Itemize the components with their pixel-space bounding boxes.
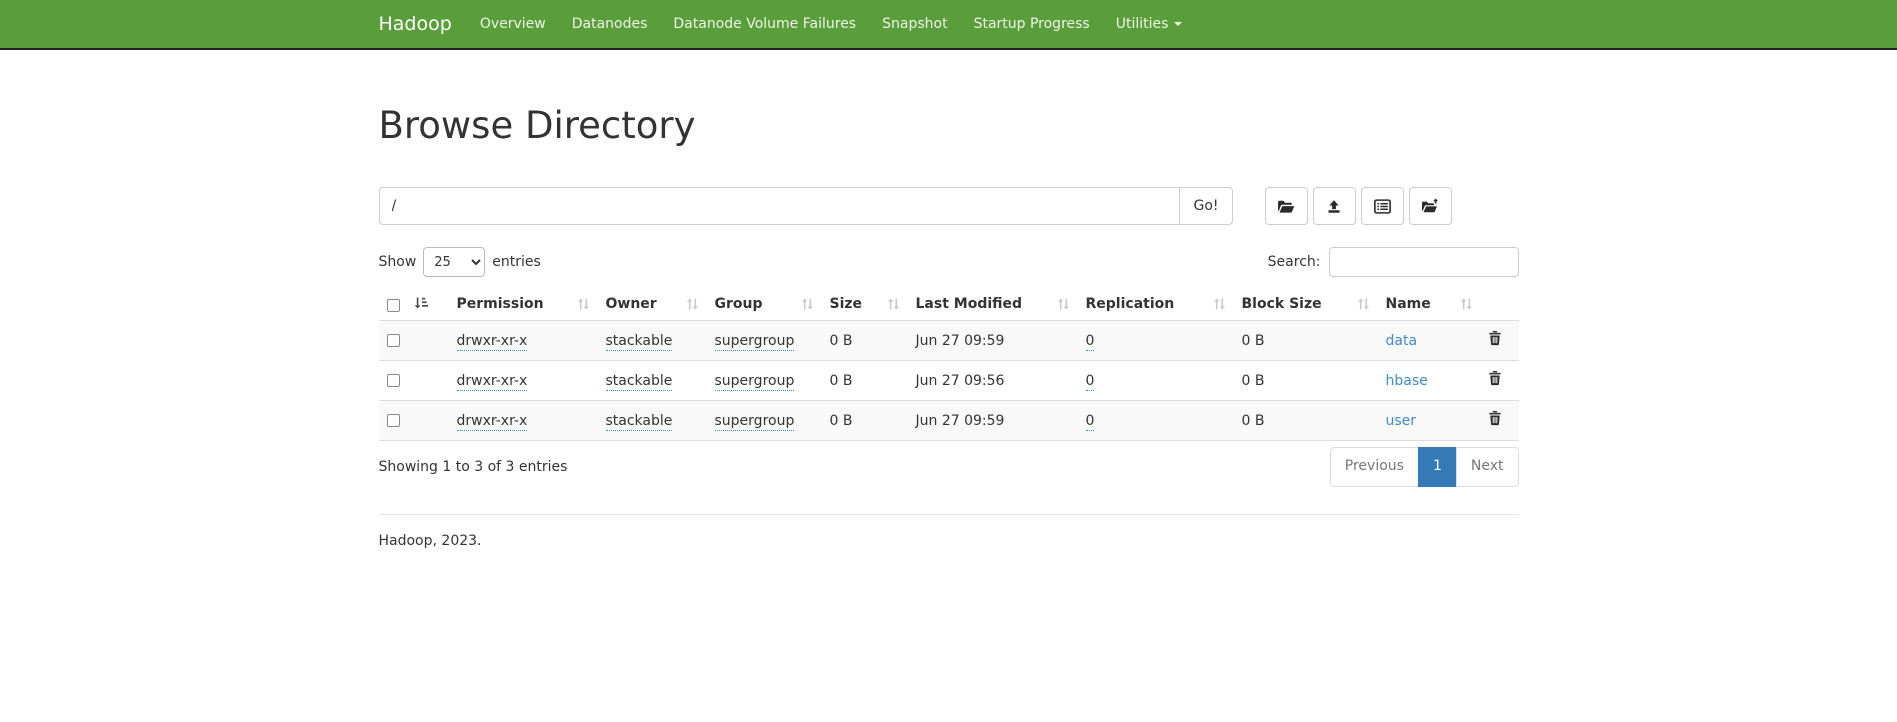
- footer-text: Hadoop, 2023.: [379, 533, 1519, 669]
- size-cell: 0 B: [830, 373, 853, 389]
- last-modified-cell: Jun 27 09:56: [916, 373, 1005, 389]
- size-cell: 0 B: [830, 413, 853, 429]
- permission-cell[interactable]: drwxr-xr-x: [457, 373, 528, 391]
- top-navbar: Hadoop Overview Datanodes Datanode Volum…: [0, 0, 1897, 50]
- row-checkbox[interactable]: [387, 414, 400, 427]
- sort-by-attributes-icon: [414, 297, 428, 313]
- select-all-header[interactable]: [379, 290, 449, 321]
- footer-divider: [379, 514, 1519, 515]
- go-button[interactable]: Go!: [1179, 187, 1232, 225]
- delete-button[interactable]: [1489, 331, 1501, 349]
- table-header-row: Permission Owner Group Size Last Modifie…: [379, 290, 1519, 321]
- caret-down-icon: [1174, 22, 1182, 26]
- nav-item-startup-progress[interactable]: Startup Progress: [961, 0, 1103, 49]
- header-block-size[interactable]: Block Size: [1234, 290, 1378, 321]
- move-directory-button[interactable]: [1409, 187, 1452, 225]
- pagination-next[interactable]: Next: [1456, 447, 1519, 487]
- table-controls: Show 25 entries Search:: [379, 247, 1519, 277]
- pagination-page-1[interactable]: 1: [1418, 447, 1457, 487]
- header-actions: [1481, 290, 1519, 321]
- trash-icon: [1489, 414, 1501, 429]
- delete-button[interactable]: [1489, 411, 1501, 429]
- cut-paste-button[interactable]: [1361, 187, 1404, 225]
- nav-item-datanodes[interactable]: Datanodes: [559, 0, 661, 49]
- owner-cell[interactable]: stackable: [606, 373, 673, 391]
- nav-dropdown-utilities[interactable]: Utilities: [1103, 0, 1196, 49]
- group-cell[interactable]: supergroup: [715, 333, 795, 351]
- sort-both-icon: [1057, 298, 1070, 314]
- table-row: drwxr-xr-x stackable supergroup 0 B Jun …: [379, 401, 1519, 441]
- permission-cell[interactable]: drwxr-xr-x: [457, 333, 528, 351]
- sort-both-icon: [1357, 298, 1370, 314]
- permission-cell[interactable]: drwxr-xr-x: [457, 413, 528, 431]
- group-cell[interactable]: supergroup: [715, 373, 795, 391]
- nav-item-datanode-volume-failures[interactable]: Datanode Volume Failures: [660, 0, 869, 49]
- directory-link[interactable]: hbase: [1386, 373, 1428, 389]
- page-length-select[interactable]: 25: [423, 247, 485, 277]
- table-row: drwxr-xr-x stackable supergroup 0 B Jun …: [379, 361, 1519, 401]
- nav-item-snapshot[interactable]: Snapshot: [869, 0, 960, 49]
- search-label: Search:: [1268, 254, 1321, 270]
- header-replication[interactable]: Replication: [1078, 290, 1234, 321]
- block-size-cell: 0 B: [1242, 333, 1265, 349]
- directory-path-input[interactable]: [379, 187, 1181, 225]
- table-info: Showing 1 to 3 of 3 entries: [379, 459, 568, 475]
- utilities-label: Utilities: [1116, 0, 1169, 49]
- header-group[interactable]: Group: [707, 290, 822, 321]
- replication-cell[interactable]: 0: [1086, 333, 1095, 351]
- select-all-checkbox[interactable]: [387, 299, 400, 312]
- owner-cell[interactable]: stackable: [606, 333, 673, 351]
- sort-both-icon: [577, 298, 590, 314]
- row-checkbox[interactable]: [387, 334, 400, 347]
- owner-cell[interactable]: stackable: [606, 413, 673, 431]
- row-checkbox[interactable]: [387, 374, 400, 387]
- directory-link[interactable]: user: [1386, 413, 1417, 429]
- delete-button[interactable]: [1489, 371, 1501, 389]
- list-alt-icon: [1374, 199, 1391, 214]
- last-modified-cell: Jun 27 09:59: [916, 413, 1005, 429]
- page-title: Browse Directory: [379, 104, 1519, 147]
- path-input-group: Go!: [379, 187, 1233, 225]
- header-last-modified[interactable]: Last Modified: [908, 290, 1078, 321]
- block-size-cell: 0 B: [1242, 373, 1265, 389]
- sort-both-icon: [887, 298, 900, 314]
- header-size[interactable]: Size: [822, 290, 908, 321]
- show-label: Show: [379, 254, 417, 270]
- size-cell: 0 B: [830, 333, 853, 349]
- path-bar: Go!: [379, 187, 1519, 225]
- sort-both-icon: [801, 298, 814, 314]
- create-directory-button[interactable]: [1265, 187, 1308, 225]
- replication-cell[interactable]: 0: [1086, 373, 1095, 391]
- replication-cell[interactable]: 0: [1086, 413, 1095, 431]
- folder-open-icon: [1277, 199, 1295, 214]
- file-action-buttons: [1265, 187, 1452, 225]
- group-cell[interactable]: supergroup: [715, 413, 795, 431]
- table-row: drwxr-xr-x stackable supergroup 0 B Jun …: [379, 321, 1519, 361]
- pagination: Previous 1 Next: [1330, 447, 1519, 487]
- block-size-cell: 0 B: [1242, 413, 1265, 429]
- trash-icon: [1489, 334, 1501, 349]
- directory-table: Permission Owner Group Size Last Modifie…: [379, 290, 1519, 441]
- header-owner[interactable]: Owner: [598, 290, 707, 321]
- upload-icon: [1326, 199, 1342, 214]
- nav-item-overview[interactable]: Overview: [467, 0, 559, 49]
- upload-files-button[interactable]: [1313, 187, 1356, 225]
- sort-both-icon: [1213, 298, 1226, 314]
- trash-icon: [1489, 374, 1501, 389]
- directory-link[interactable]: data: [1386, 333, 1418, 349]
- search-input[interactable]: [1329, 247, 1519, 277]
- entries-label: entries: [492, 254, 541, 270]
- last-modified-cell: Jun 27 09:59: [916, 333, 1005, 349]
- sort-both-icon: [686, 298, 699, 314]
- header-name[interactable]: Name: [1378, 290, 1481, 321]
- brand-link[interactable]: Hadoop: [364, 0, 467, 49]
- pagination-previous[interactable]: Previous: [1330, 447, 1419, 487]
- folder-move-icon: [1421, 198, 1439, 214]
- sort-both-icon: [1460, 298, 1473, 314]
- header-permission[interactable]: Permission: [449, 290, 598, 321]
